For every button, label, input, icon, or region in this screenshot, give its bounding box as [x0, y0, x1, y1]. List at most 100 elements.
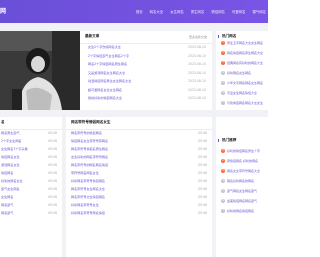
- hot-item[interactable]: 1 男生五字网名大全女生网名: [216, 39, 268, 48]
- list-item[interactable]: 好听网名带符号情侣网名 09-08: [66, 178, 212, 186]
- hot-title[interactable]: 可爱女生网名情侣大全: [227, 91, 257, 95]
- hot-title[interactable]: 网名情侣网名男生网名大全: [227, 51, 263, 55]
- hot-title[interactable]: 最美情侣网名网名霸气: [227, 199, 257, 203]
- hot-item[interactable]: 1 好听的情侣网名男生个字: [216, 147, 268, 156]
- article-title[interactable]: 2个字情侣霸气女生网名2个字: [88, 53, 129, 60]
- list-item[interactable]: 超可爱网名女生女生网名 2023-08-10: [80, 87, 212, 94]
- item-title[interactable]: 网名带符号大全情侣网名: [71, 194, 105, 202]
- list-item[interactable]: 网名男生霸气 09-08: [0, 130, 62, 138]
- main-nav: 首页 网名大全 女生网名 男生网名 情侣网名 可爱网名 霸气网名: [129, 0, 266, 23]
- hot-item[interactable]: 4 网名好听网名的网名: [216, 177, 268, 186]
- item-title[interactable]: 网名带符号的网名网名情侣: [71, 162, 108, 170]
- list-item[interactable]: 网名2个字情侣网名男生网名 2023-08-10: [80, 61, 212, 68]
- nav-home[interactable]: 首页: [136, 9, 143, 14]
- hot-title[interactable]: 男情侣网名 好听的网名: [227, 159, 258, 163]
- hot-title[interactable]: 男生五字网名大全女生网名: [227, 41, 263, 45]
- item-title[interactable]: 情侣网名女生: [1, 154, 20, 162]
- hot-title[interactable]: 好听网名女生网名: [227, 71, 251, 75]
- list-item[interactable]: 网名带符号大全情侣网名 09-08: [66, 194, 212, 202]
- hot-item[interactable]: 6 可爱女生网名情侣大全: [216, 89, 268, 98]
- item-title[interactable]: 2个字女生网名: [1, 138, 22, 146]
- site-logo[interactable]: 网: [0, 6, 6, 15]
- nav-male[interactable]: 男生网名: [191, 9, 205, 14]
- hot-item[interactable]: 3 经典网名有好听的网名大全: [216, 59, 268, 68]
- hot-title[interactable]: 好听的网名情侣网名: [227, 209, 254, 213]
- list-item[interactable]: 又是游戏网名女生网名大全 2023-08-10: [80, 70, 212, 77]
- hot-item[interactable]: 7 与欢情侣网名网名大全女生: [216, 99, 268, 108]
- item-title[interactable]: 好听网名带符号网名情侣: [71, 210, 105, 218]
- list-item[interactable]: 好听的网名女生 09-08: [0, 178, 62, 186]
- list-item[interactable]: 网名带符号的网名网名情侣 09-08: [66, 162, 212, 170]
- hot-item[interactable]: 5 少年文字网名网名女生网名: [216, 79, 268, 88]
- hot-item[interactable]: 2 男情侣网名 好听的网名: [216, 157, 268, 166]
- nav-couple[interactable]: 情侣网名: [211, 9, 225, 14]
- list-item[interactable]: 网名霸气 09-08: [0, 210, 62, 218]
- item-title[interactable]: 游戏网名女生: [1, 162, 20, 170]
- hot-item[interactable]: 6 最美情侣网名网名霸气: [216, 197, 268, 206]
- item-title[interactable]: 女生网名: [1, 194, 13, 202]
- featured-image[interactable]: [0, 31, 80, 110]
- article-title[interactable]: 网名2个字情侣网名男生网名: [88, 61, 127, 68]
- item-title[interactable]: 女生好听的网名带符号网名: [71, 154, 108, 162]
- panel-header: 名: [0, 117, 62, 130]
- article-date: 2023-08-10: [188, 96, 206, 100]
- list-item[interactable]: 2个字女生网名 09-08: [0, 138, 62, 146]
- list-item[interactable]: 情侣网名 09-08: [0, 170, 62, 178]
- hot-item[interactable]: 3 网名女生带符号网名大全: [216, 167, 268, 176]
- list-item[interactable]: 女生好听的网名带符号网名 09-08: [66, 154, 212, 162]
- list-item[interactable]: 情侣网名女生带符号有网名 09-08: [66, 138, 212, 146]
- list-item[interactable]: 好听网名带符号女生 09-08: [66, 202, 212, 210]
- list-item[interactable]: 霸气女生网名 09-08: [0, 186, 62, 194]
- item-title[interactable]: 霸气女生网名: [1, 186, 20, 194]
- item-title[interactable]: 网名霸气: [1, 202, 13, 210]
- item-title[interactable]: 网名带符号的情侣网名: [71, 130, 102, 138]
- list-item[interactable]: 女生网名 09-08: [0, 194, 62, 202]
- list-item[interactable]: 网名带符号女生网名大全 09-08: [66, 186, 212, 194]
- hot-title[interactable]: 网名女生带符号网名大全: [227, 169, 260, 173]
- hot-item[interactable]: 5 霸气网名女生网名霸气: [216, 187, 268, 196]
- list-item[interactable]: 好听网名带符号网名情侣 09-08: [66, 210, 212, 218]
- item-title[interactable]: 网名带符号女生网名大全: [71, 186, 105, 194]
- nav-domineering[interactable]: 霸气网名: [252, 9, 266, 14]
- list-item[interactable]: 带符号网名网名女生 09-08: [66, 170, 212, 178]
- item-title[interactable]: 女生网名7个字头像: [1, 146, 28, 154]
- hot-title[interactable]: 少年文字网名网名女生网名: [227, 81, 263, 85]
- hot-title[interactable]: 与欢情侣网名网名大全女生: [227, 101, 263, 105]
- item-title[interactable]: 好听的网名女生: [1, 178, 23, 186]
- list-item[interactable]: 网名带符号情侣名男生网名 09-08: [66, 146, 212, 154]
- list-item[interactable]: 2个字情侣霸气女生网名2个字 2023-08-10: [80, 53, 212, 60]
- more-link[interactable]: 更多最新文章: [189, 35, 207, 39]
- list-item[interactable]: 网名霸气 09-08: [0, 202, 62, 210]
- list-item[interactable]: 游戏网名女生 09-08: [0, 162, 62, 170]
- nav-all[interactable]: 网名大全: [150, 9, 164, 14]
- hot-item[interactable]: 2 网名情侣网名男生网名大全: [216, 49, 268, 58]
- item-title[interactable]: 网名霸气: [1, 210, 13, 218]
- item-title[interactable]: 好听网名带符号女生: [71, 202, 99, 210]
- hot-item[interactable]: 7 好听的网名情侣网名: [216, 207, 268, 216]
- item-title[interactable]: 好听网名带符号情侣网名: [71, 178, 105, 186]
- list-item[interactable]: 情侣网名女生 09-08: [0, 154, 62, 162]
- article-title[interactable]: 女生2个字伤感网名大全: [88, 44, 121, 51]
- article-title[interactable]: 超可爱网名女生女生网名: [88, 87, 122, 94]
- article-title[interactable]: 动漫情侣网名男生女生网名大全: [88, 78, 131, 85]
- item-title[interactable]: 网名带符号情侣名男生网名: [71, 146, 108, 154]
- hot-title[interactable]: 霸气网名女生网名霸气: [227, 189, 257, 193]
- item-title[interactable]: 带符号网名网名女生: [71, 170, 99, 178]
- list-item[interactable]: 网名带符号的情侣网名 09-08: [66, 130, 212, 138]
- article-title[interactable]: 又是游戏网名女生网名大全: [88, 70, 125, 77]
- hot-title[interactable]: 经典网名有好听的网名大全: [227, 61, 263, 65]
- list-item[interactable]: 女生2个字伤感网名大全 2023-08-10: [80, 44, 212, 51]
- hot-title[interactable]: 网名好听网名的网名: [227, 179, 254, 183]
- list-item[interactable]: 动漫情侣网名男生女生网名大全 2023-08-10: [80, 78, 212, 85]
- article-title[interactable]: 我的好听的情侣网名大全: [88, 95, 122, 102]
- hot-item[interactable]: 4 好听网名女生网名: [216, 69, 268, 78]
- list-item[interactable]: 我的好听的情侣网名大全 2023-08-10: [80, 95, 212, 102]
- hot-title[interactable]: 好听的情侣网名男生个字: [227, 149, 260, 153]
- nav-cute[interactable]: 可爱网名: [232, 9, 246, 14]
- item-title[interactable]: 情侣网名女生带符号有网名: [71, 138, 108, 146]
- list-item[interactable]: 女生网名7个字头像 09-08: [0, 146, 62, 154]
- item-title[interactable]: 情侣网名: [1, 170, 13, 178]
- nav-female[interactable]: 女生网名: [170, 9, 184, 14]
- item-date: 09-08: [48, 131, 57, 135]
- item-title[interactable]: 网名男生霸气: [1, 130, 20, 138]
